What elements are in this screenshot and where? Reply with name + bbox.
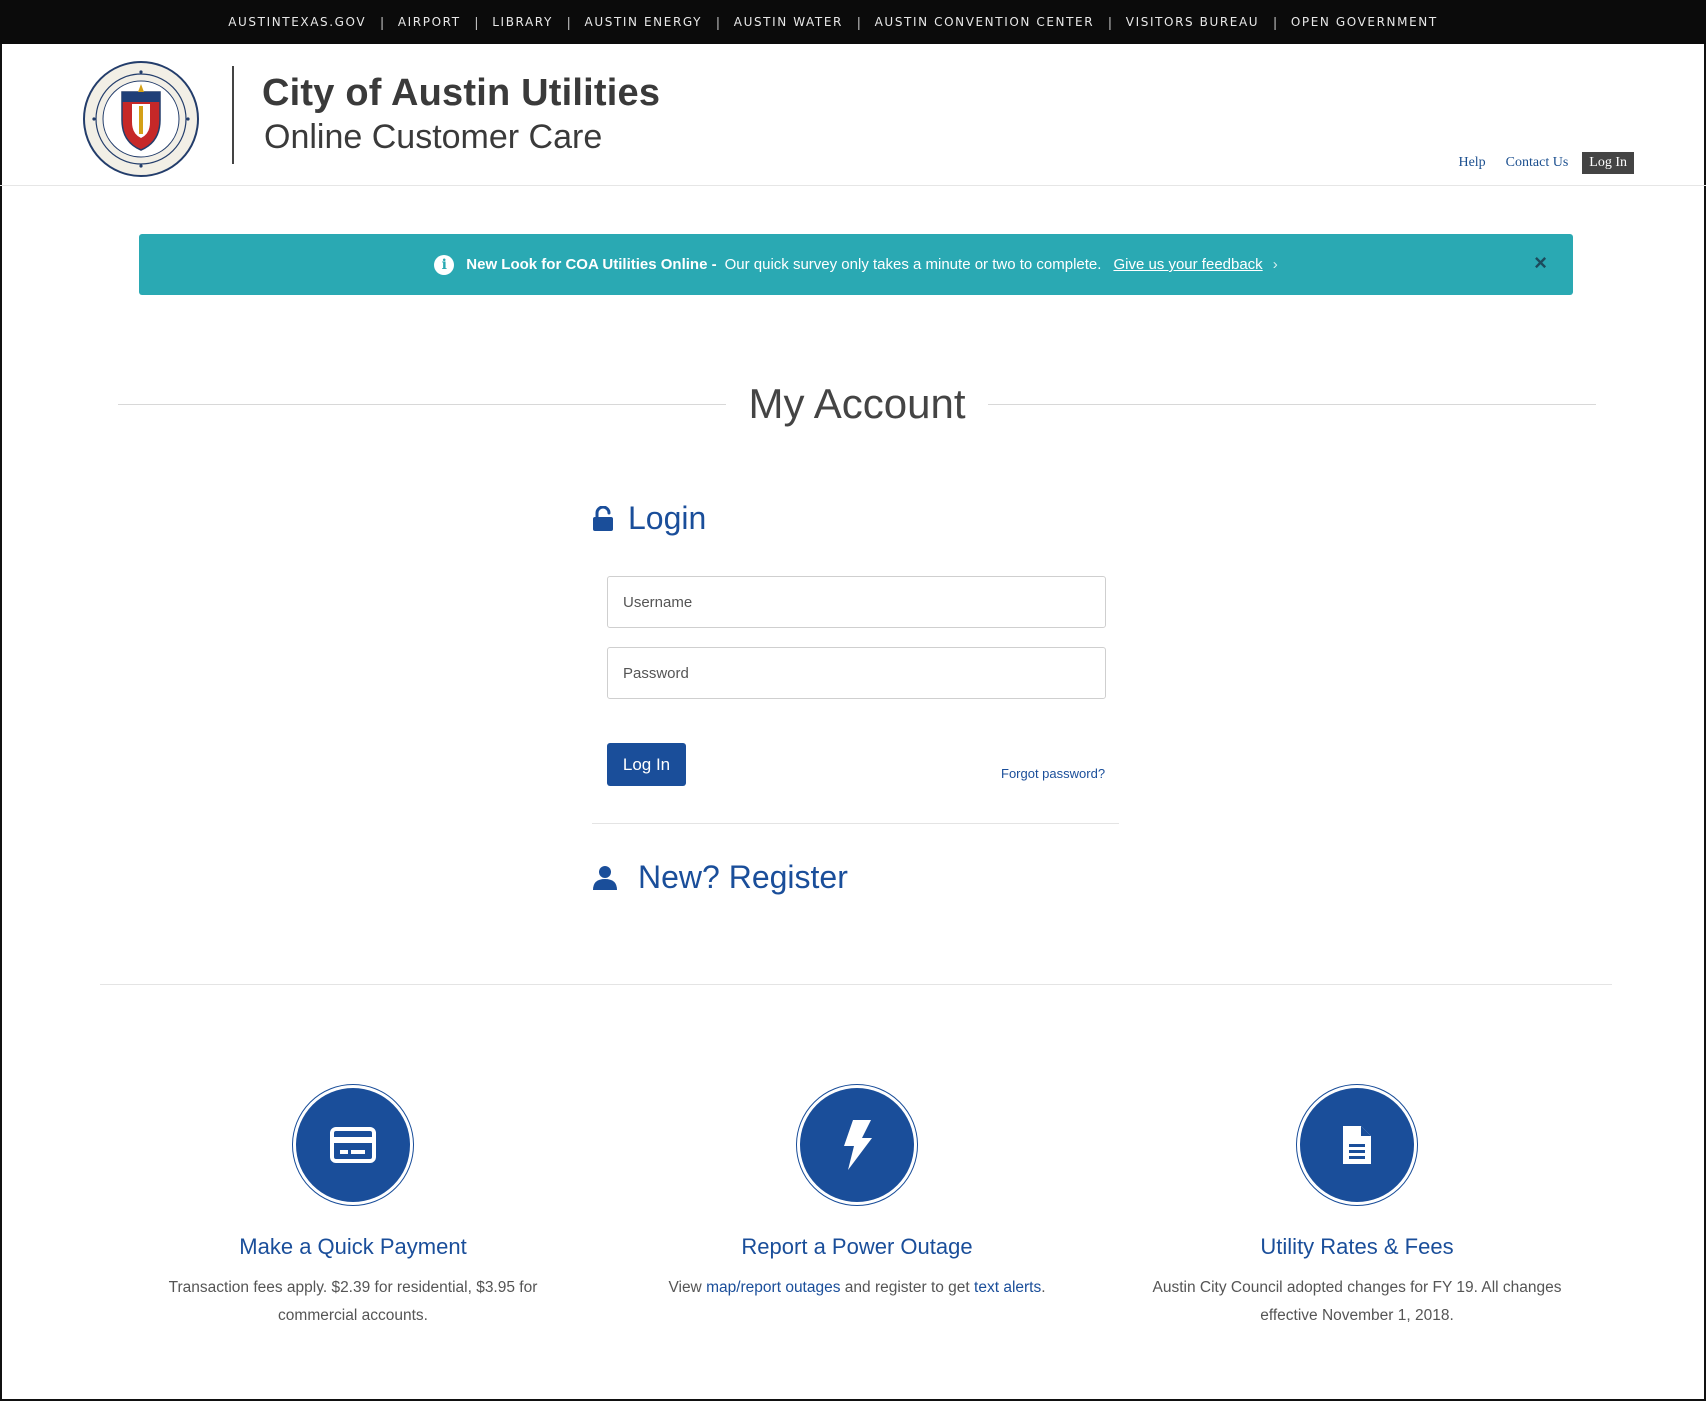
divider-line — [987, 403, 1597, 405]
power-outage-description: View map/report outages and register to … — [637, 1274, 1077, 1302]
banner-text: Our quick survey only takes a minute or … — [724, 256, 1102, 273]
top-link-convention-center[interactable]: AUSTIN CONVENTION CENTER — [875, 15, 1095, 29]
top-link-austin-energy[interactable]: AUSTIN ENERGY — [585, 15, 703, 29]
separator: | — [716, 14, 720, 30]
feedback-banner: i New Look for COA Utilities Online - Ou… — [139, 234, 1573, 295]
separator: | — [1108, 14, 1112, 30]
utility-nav: Help Contact Us Log In — [1438, 152, 1634, 174]
rates-fees-card: Utility Rates & Fees Austin City Council… — [1137, 1084, 1577, 1330]
top-link-austintexas[interactable]: AUSTINTEXAS.GOV — [228, 15, 366, 29]
quick-payment-card: Make a Quick Payment Transaction fees ap… — [133, 1084, 573, 1330]
password-input[interactable] — [607, 647, 1106, 699]
register-heading-label: New? Register — [638, 859, 848, 895]
feedback-link[interactable]: Give us your feedback — [1113, 256, 1262, 273]
outage-desc-mid: and register to get — [840, 1279, 975, 1296]
login-heading-label: Login — [628, 500, 707, 536]
top-link-open-government[interactable]: OPEN GOVERNMENT — [1291, 15, 1438, 29]
power-outage-card: Report a Power Outage View map/report ou… — [637, 1084, 1077, 1302]
quick-payment-title[interactable]: Make a Quick Payment — [133, 1234, 573, 1260]
site-subtitle: Online Customer Care — [264, 118, 603, 156]
top-links-bar: AUSTINTEXAS.GOV | AIRPORT | LIBRARY | AUSTI… — [0, 0, 1706, 44]
header-login-button[interactable]: Log In — [1582, 152, 1634, 174]
separator: | — [380, 14, 384, 30]
power-outage-title[interactable]: Report a Power Outage — [637, 1234, 1077, 1260]
unlock-icon — [593, 505, 613, 531]
contact-us-link[interactable]: Contact Us — [1506, 155, 1569, 171]
credit-card-icon[interactable] — [292, 1084, 414, 1206]
login-button[interactable]: Log In — [607, 743, 686, 786]
separator: | — [1273, 14, 1277, 30]
login-divider — [592, 823, 1119, 824]
close-icon[interactable]: × — [1534, 252, 1547, 274]
info-icon: i — [434, 254, 455, 275]
header-divider — [232, 66, 234, 164]
login-heading: Login — [592, 500, 706, 537]
top-link-austin-water[interactable]: AUSTIN WATER — [734, 15, 843, 29]
rates-fees-description: Austin City Council adopted changes for … — [1152, 1279, 1562, 1324]
separator: | — [856, 14, 861, 30]
section-header: My Account — [118, 376, 1597, 432]
top-link-visitors-bureau[interactable]: VISITORS BUREAU — [1126, 15, 1259, 29]
divider-line — [118, 403, 727, 405]
rates-fees-title[interactable]: Utility Rates & Fees — [1137, 1234, 1577, 1260]
banner-bold-text: New Look for COA Utilities Online - — [466, 256, 717, 273]
section-divider — [100, 984, 1612, 985]
forgot-password-link[interactable]: Forgot password? — [1001, 766, 1105, 781]
lightning-bolt-icon[interactable] — [796, 1084, 918, 1206]
top-link-airport[interactable]: AIRPORT — [398, 15, 461, 29]
text-alerts-link[interactable]: text alerts — [974, 1279, 1041, 1296]
user-icon — [593, 865, 617, 890]
outage-map-link[interactable]: map/report outages — [706, 1279, 840, 1296]
top-link-library[interactable]: LIBRARY — [492, 15, 553, 29]
page-title: My Account — [748, 380, 966, 427]
username-input[interactable] — [607, 576, 1106, 628]
quick-payment-description: Transaction fees apply. $2.39 for reside… — [168, 1279, 538, 1324]
separator: | — [474, 14, 479, 30]
chevron-right-icon: › — [1272, 256, 1278, 273]
register-link[interactable]: New? Register — [592, 859, 848, 896]
outage-desc-pre: View — [668, 1279, 707, 1296]
city-seal-logo[interactable] — [82, 60, 200, 178]
document-icon[interactable] — [1296, 1084, 1418, 1206]
site-title[interactable]: City of Austin Utilities — [262, 72, 660, 115]
separator: | — [566, 14, 571, 30]
outage-desc-post: . — [1041, 1279, 1046, 1296]
help-link[interactable]: Help — [1458, 155, 1485, 171]
